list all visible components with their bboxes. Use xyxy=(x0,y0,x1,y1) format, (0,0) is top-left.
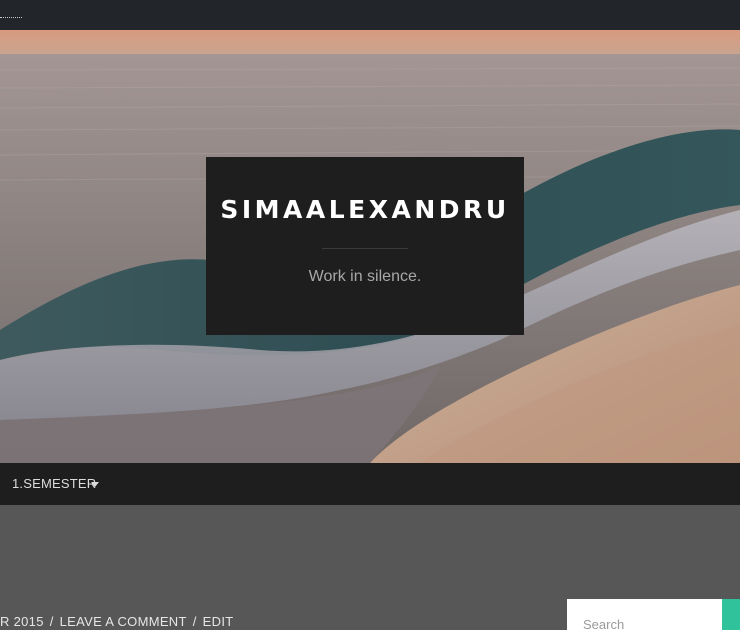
post-meta: R 2015 / LEAVE A COMMENT / EDIT xyxy=(0,614,233,629)
dotted-menu-indicator[interactable] xyxy=(0,17,22,19)
caret-down-icon[interactable] xyxy=(91,482,99,487)
title-divider xyxy=(322,248,408,249)
site-title[interactable]: SIMAALEXANDRU xyxy=(206,195,524,224)
meta-separator: / xyxy=(192,614,197,629)
meta-separator: / xyxy=(49,614,54,629)
site-branding-box: SIMAALEXANDRU Work in silence. xyxy=(206,157,524,335)
search-widget xyxy=(567,599,740,630)
site-tagline: Work in silence. xyxy=(308,268,422,285)
main-navigation: 1.SEMESTER xyxy=(0,463,740,505)
top-admin-bar xyxy=(0,0,740,30)
post-date[interactable]: R 2015 xyxy=(0,614,44,629)
search-button[interactable] xyxy=(722,599,740,630)
search-input[interactable] xyxy=(567,599,722,630)
leave-comment-link[interactable]: LEAVE A COMMENT xyxy=(60,614,187,629)
nav-item-1-semester[interactable]: 1.SEMESTER xyxy=(12,476,96,491)
edit-link[interactable]: EDIT xyxy=(203,614,234,629)
